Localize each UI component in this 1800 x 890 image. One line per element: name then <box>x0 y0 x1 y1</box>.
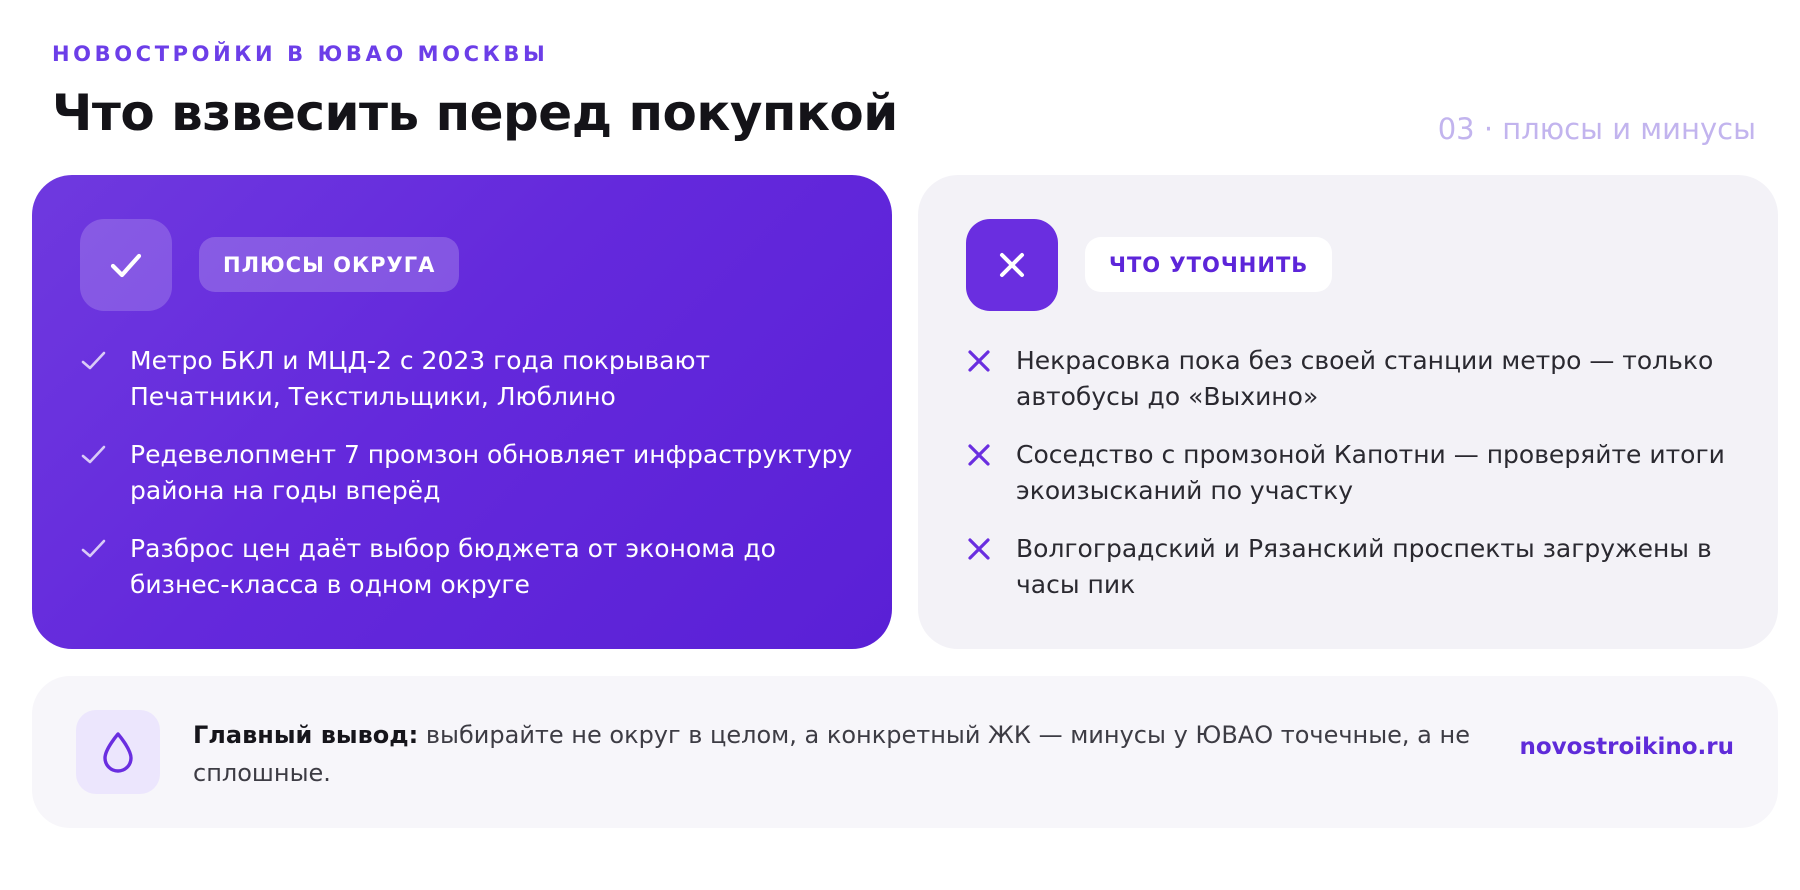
list-item: Соседство с промзоной Капотни — проверяй… <box>966 437 1742 509</box>
check-icon <box>80 219 172 311</box>
list-item-text: Редевелопмент 7 промзон обновляет инфрас… <box>130 440 853 505</box>
pros-list: Метро БКЛ и МЦД-2 с 2023 года покрывают … <box>80 343 856 625</box>
list-item-text: Волгоградский и Рязанский проспекты загр… <box>1016 534 1712 599</box>
cons-list: Некрасовка пока без своей станции метро … <box>966 343 1742 625</box>
eyebrow-label: НОВОСТРОЙКИ В ЮВАО МОСКВЫ <box>52 42 549 66</box>
pros-card: ПЛЮСЫ ОКРУГА Метро БКЛ и МЦД-2 с 2023 го… <box>32 175 892 649</box>
list-item-text: Некрасовка пока без своей станции метро … <box>1016 346 1714 411</box>
check-icon <box>80 437 118 473</box>
list-item: Некрасовка пока без своей станции метро … <box>966 343 1742 415</box>
summary-lead: Главный вывод: <box>193 721 419 749</box>
cons-label: ЧТО УТОЧНИТЬ <box>1085 237 1333 292</box>
check-icon <box>80 343 118 379</box>
pros-label: ПЛЮСЫ ОКРУГА <box>199 237 460 292</box>
close-icon <box>966 343 1004 379</box>
list-item-text: Соседство с промзоной Капотни — проверяй… <box>1016 440 1725 505</box>
close-icon <box>966 219 1058 311</box>
list-item: Редевелопмент 7 промзон обновляет инфрас… <box>80 437 856 509</box>
check-icon <box>80 531 118 567</box>
close-icon <box>966 437 1004 473</box>
list-item: Разброс цен даёт выбор бюджета от эконом… <box>80 531 856 603</box>
summary-panel: Главный вывод: выбирайте не округ в цело… <box>32 676 1778 828</box>
close-icon <box>966 531 1004 567</box>
summary-text: Главный вывод: выбирайте не округ в цело… <box>193 716 1503 792</box>
list-item: Метро БКЛ и МЦД-2 с 2023 года покрывают … <box>80 343 856 415</box>
slide-counter: 03 · плюсы и минусы <box>1437 112 1756 146</box>
cons-card: ЧТО УТОЧНИТЬ Некрасовка пока без своей с… <box>918 175 1778 649</box>
list-item: Волгоградский и Рязанский проспекты загр… <box>966 531 1742 603</box>
site-link[interactable]: novostroikino.ru <box>1520 734 1735 760</box>
drop-icon <box>76 710 160 794</box>
page-title: Что взвесить перед покупкой <box>52 84 898 142</box>
list-item-text: Метро БКЛ и МЦД-2 с 2023 года покрывают … <box>130 346 711 411</box>
list-item-text: Разброс цен даёт выбор бюджета от эконом… <box>130 534 776 599</box>
